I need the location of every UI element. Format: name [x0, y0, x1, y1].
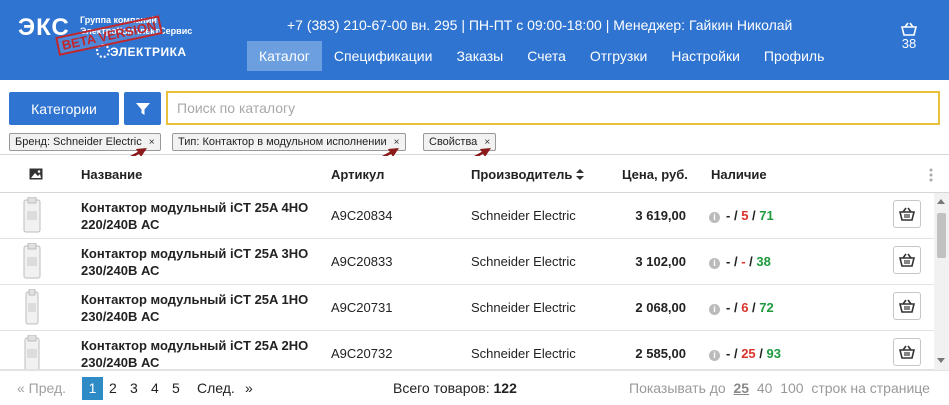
- column-stock[interactable]: Наличие: [711, 167, 767, 182]
- company-logo[interactable]: ЭКС Группа компаний ЭлектроКомплектСерви…: [18, 12, 208, 62]
- scroll-up-arrow-icon[interactable]: [937, 199, 945, 204]
- column-settings-icon[interactable]: [929, 168, 933, 182]
- basket-icon: [899, 299, 915, 313]
- search-input[interactable]: [166, 91, 940, 125]
- perpage-option-40[interactable]: 40: [757, 380, 773, 396]
- column-name[interactable]: Название: [81, 167, 142, 182]
- product-article: A9C20833: [331, 254, 393, 269]
- product-manufacturer: Schneider Electric: [471, 254, 576, 269]
- table-row[interactable]: Контактор модульный iCT 25A 2НО 230/240В…: [0, 331, 934, 370]
- scroll-thumb[interactable]: [937, 213, 946, 258]
- prev-page-link[interactable]: « Пред.: [17, 380, 66, 396]
- product-price: 3 102,00: [635, 254, 686, 269]
- pagination-bar: « Пред. 1 2 3 4 5 След. » Всего товаров:…: [0, 370, 949, 405]
- nav-item-orders[interactable]: Заказы: [444, 41, 515, 71]
- last-page-link[interactable]: »: [245, 380, 253, 396]
- image-column-icon: [29, 168, 43, 180]
- table-row[interactable]: Контактор модульный iCT 25A 1НО 230/240В…: [0, 285, 934, 331]
- categories-button[interactable]: Категории: [9, 92, 119, 125]
- product-name[interactable]: Контактор модульный iCT 25A 4НО 220/240В…: [81, 199, 321, 233]
- product-manufacturer: Schneider Electric: [471, 208, 576, 223]
- product-stock: i- / - / 38: [709, 254, 771, 269]
- product-image: [25, 289, 39, 325]
- info-icon[interactable]: i: [709, 212, 720, 223]
- basket-icon: [901, 22, 917, 36]
- add-to-cart-button[interactable]: [893, 338, 921, 366]
- product-image: [23, 197, 41, 233]
- nav-item-specifications[interactable]: Спецификации: [322, 41, 445, 71]
- column-article[interactable]: Артикул: [331, 167, 384, 182]
- sort-icon: [575, 169, 584, 180]
- table-header: Название Артикул Производитель Цена, руб…: [0, 156, 949, 193]
- product-price: 2 068,00: [635, 300, 686, 315]
- contact-info: +7 (383) 210-67-00 вн. 295 | ПН-ПТ с 09:…: [287, 17, 793, 33]
- close-icon[interactable]: ×: [149, 137, 155, 148]
- product-price: 2 585,00: [635, 346, 686, 361]
- column-manufacturer[interactable]: Производитель: [471, 167, 584, 182]
- filter-icon: [135, 102, 150, 115]
- basket-icon: [899, 207, 915, 221]
- page-1[interactable]: 1: [82, 377, 103, 400]
- product-image: [23, 243, 41, 279]
- product-manufacturer: Schneider Electric: [471, 300, 576, 315]
- nav-item-profile[interactable]: Профиль: [752, 41, 836, 71]
- page-5[interactable]: 5: [172, 380, 180, 396]
- page-2[interactable]: 2: [109, 380, 117, 396]
- perpage-option-100[interactable]: 100: [780, 380, 803, 396]
- nav-item-settings[interactable]: Настройки: [659, 41, 752, 71]
- product-stock: i- / 5 / 71: [709, 208, 774, 223]
- info-icon[interactable]: i: [709, 304, 720, 315]
- cart-button[interactable]: 38: [898, 22, 920, 52]
- rows-per-page: Показывать до 25 40 100 строк на страниц…: [629, 380, 930, 396]
- nav-item-invoices[interactable]: Счета: [515, 41, 578, 71]
- nav-item-catalog[interactable]: Каталог: [247, 41, 322, 71]
- product-name[interactable]: Контактор модульный iCT 25A 3НО 230/240В…: [81, 245, 321, 279]
- product-price: 3 619,00: [635, 208, 686, 223]
- scroll-down-arrow-icon[interactable]: [937, 358, 945, 363]
- add-to-cart-button[interactable]: [893, 246, 921, 274]
- top-header: ЭКС Группа компаний ЭлектроКомплектСерви…: [0, 0, 949, 80]
- page-3[interactable]: 3: [130, 380, 138, 396]
- table-row[interactable]: Контактор модульный iCT 25A 4НО 220/240В…: [0, 193, 934, 239]
- info-icon[interactable]: i: [709, 350, 720, 361]
- nav-item-shipments[interactable]: Отгрузки: [578, 41, 659, 71]
- product-name[interactable]: Контактор модульный iCT 25A 2НО 230/240В…: [81, 337, 321, 369]
- filter-button[interactable]: [124, 92, 161, 125]
- product-article: A9C20834: [331, 208, 393, 223]
- product-article: A9C20732: [331, 346, 393, 361]
- logo-brand-text: ЭЛЕКТРИКА: [110, 45, 187, 59]
- cart-count: 38: [901, 36, 917, 51]
- filter-chip-label: Тип: Контактор в модульном исполнении: [178, 136, 387, 148]
- main-nav: Каталог Спецификации Заказы Счета Отгруз…: [247, 41, 836, 71]
- info-icon[interactable]: i: [709, 258, 720, 269]
- product-manufacturer: Schneider Electric: [471, 346, 576, 361]
- product-stock: i- / 6 / 72: [709, 300, 774, 315]
- total-count: Всего товаров: 122: [393, 380, 517, 396]
- next-page-link[interactable]: След.: [197, 380, 235, 396]
- basket-icon: [899, 253, 915, 267]
- add-to-cart-button[interactable]: [893, 200, 921, 228]
- column-price[interactable]: Цена, руб.: [622, 167, 688, 182]
- product-name[interactable]: Контактор модульный iCT 25A 1НО 230/240В…: [81, 291, 321, 325]
- catalog-toolbar: Категории Бренд: Schneider Electric× Тип…: [0, 80, 949, 168]
- add-to-cart-button[interactable]: [893, 292, 921, 320]
- page-4[interactable]: 4: [151, 380, 159, 396]
- product-stock: i- / 25 / 93: [709, 346, 781, 361]
- vertical-scrollbar[interactable]: [934, 193, 949, 370]
- table-row[interactable]: Контактор модульный iCT 25A 3НО 230/240В…: [0, 239, 934, 285]
- perpage-option-25[interactable]: 25: [733, 380, 749, 396]
- product-article: A9C20731: [331, 300, 393, 315]
- product-image: [24, 335, 40, 369]
- basket-icon: [899, 345, 915, 359]
